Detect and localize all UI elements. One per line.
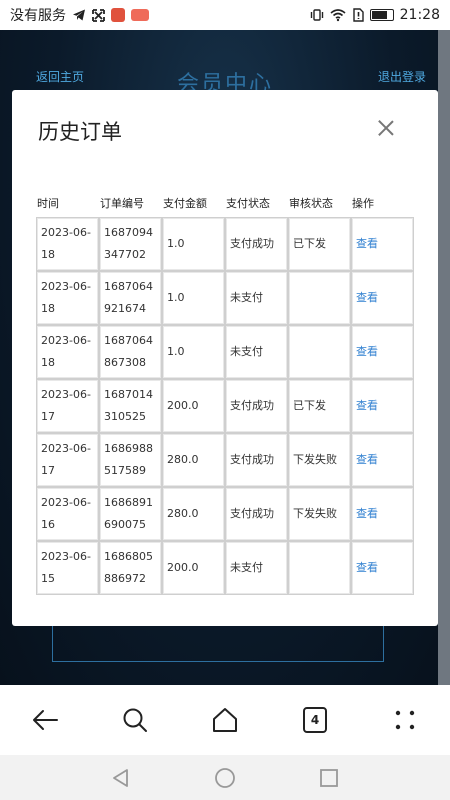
battery-icon <box>369 9 394 21</box>
home-button[interactable] <box>203 698 247 742</box>
search-icon <box>123 708 147 732</box>
search-button[interactable] <box>113 698 157 742</box>
cell-amount: 280.0 <box>162 433 225 487</box>
wifi-icon <box>330 9 346 22</box>
view-order-link[interactable]: 查看 <box>356 399 378 412</box>
view-order-link[interactable]: 查看 <box>356 345 378 358</box>
more-dots-icon <box>395 710 415 730</box>
cell-pay-status: 支付成功 <box>225 433 288 487</box>
cell-amount: 1.0 <box>162 325 225 379</box>
view-order-link[interactable]: 查看 <box>356 237 378 250</box>
cell-time: 2023-06-17 <box>36 379 99 433</box>
more-menu-button[interactable] <box>383 698 427 742</box>
status-left: 没有服务 <box>10 5 149 25</box>
telegram-icon <box>73 9 85 21</box>
cell-pay-status: 未支付 <box>225 541 288 595</box>
column-header-order-no: 订单编号 <box>100 197 144 210</box>
cell-action: 查看 <box>351 379 414 433</box>
close-icon[interactable] <box>376 118 396 138</box>
arrow-left-icon <box>33 710 58 730</box>
cell-pay-status: 支付成功 <box>225 487 288 541</box>
app-notification-icon-2 <box>131 9 149 21</box>
cell-action: 查看 <box>351 541 414 595</box>
vibrate-icon <box>310 9 323 21</box>
cell-time: 2023-06-18 <box>36 217 99 271</box>
browser-toolbar: 4 <box>0 685 450 755</box>
cell-order-no: 1686891690075 <box>99 487 162 541</box>
table-row: 2023-06-18 1687064921674 1.0 未支付 查看 <box>36 271 414 325</box>
cell-amount: 1.0 <box>162 217 225 271</box>
table-row: 2023-06-16 1686891690075 280.0 支付成功 下发失败… <box>36 487 414 541</box>
cell-action: 查看 <box>351 433 414 487</box>
sim-alert-icon <box>352 8 364 22</box>
cell-amount: 200.0 <box>162 379 225 433</box>
cell-amount: 280.0 <box>162 487 225 541</box>
clock: 21:28 <box>399 7 440 23</box>
cell-pay-status: 未支付 <box>225 271 288 325</box>
view-order-link[interactable]: 查看 <box>356 561 378 574</box>
cell-order-no: 1687064921674 <box>99 271 162 325</box>
status-bar: 没有服务 21:28 <box>0 0 450 30</box>
cell-amount: 200.0 <box>162 541 225 595</box>
cell-order-no: 1686988517589 <box>99 433 162 487</box>
cell-order-no: 1687014310525 <box>99 379 162 433</box>
cell-action: 查看 <box>351 487 414 541</box>
column-header-audit-status: 审核状态 <box>289 197 333 210</box>
table-header-row: 时间 订单编号 支付金额 支付状态 审核状态 操作 <box>36 195 414 217</box>
cell-pay-status: 支付成功 <box>225 217 288 271</box>
table-row: 2023-06-18 1687094347702 1.0 支付成功 已下发 查看 <box>36 217 414 271</box>
back-button[interactable] <box>23 698 67 742</box>
column-header-pay-status: 支付状态 <box>226 197 270 210</box>
cell-action: 查看 <box>351 217 414 271</box>
column-header-action: 操作 <box>352 197 374 210</box>
status-right: 21:28 <box>310 7 440 23</box>
tab-count: 4 <box>303 707 327 733</box>
background-frame <box>52 625 384 662</box>
logout-link[interactable]: 退出登录 <box>378 68 426 85</box>
table-row: 2023-06-18 1687064867308 1.0 未支付 查看 <box>36 325 414 379</box>
carrier-text: 没有服务 <box>10 8 66 24</box>
column-header-amount: 支付金额 <box>163 197 207 210</box>
cell-audit-status: 已下发 <box>288 379 351 433</box>
home-icon <box>213 708 237 732</box>
table-row: 2023-06-17 1686988517589 280.0 支付成功 下发失败… <box>36 433 414 487</box>
table-row: 2023-06-17 1687014310525 200.0 支付成功 已下发 … <box>36 379 414 433</box>
cell-time: 2023-06-16 <box>36 487 99 541</box>
cell-order-no: 1686805886972 <box>99 541 162 595</box>
scan-icon <box>92 8 105 22</box>
page-scrollbar[interactable] <box>438 30 450 685</box>
cell-time: 2023-06-17 <box>36 433 99 487</box>
cell-action: 查看 <box>351 325 414 379</box>
cell-order-no: 1687094347702 <box>99 217 162 271</box>
nav-back-icon[interactable] <box>111 768 131 788</box>
system-nav-bar <box>0 755 450 800</box>
cell-audit-status <box>288 541 351 595</box>
modal-title: 历史订单 <box>38 120 122 144</box>
order-history-table: 时间 订单编号 支付金额 支付状态 审核状态 操作 2023-06-18 168… <box>36 195 414 595</box>
nav-recents-icon[interactable] <box>319 768 339 788</box>
cell-audit-status: 已下发 <box>288 217 351 271</box>
cell-audit-status: 下发失败 <box>288 433 351 487</box>
table-row: 2023-06-15 1686805886972 200.0 未支付 查看 <box>36 541 414 595</box>
view-order-link[interactable]: 查看 <box>356 291 378 304</box>
cell-time: 2023-06-15 <box>36 541 99 595</box>
cell-audit-status: 下发失败 <box>288 487 351 541</box>
app-notification-icon <box>111 8 125 22</box>
tabs-button[interactable]: 4 <box>293 698 337 742</box>
cell-pay-status: 未支付 <box>225 325 288 379</box>
view-order-link[interactable]: 查看 <box>356 507 378 520</box>
cell-action: 查看 <box>351 271 414 325</box>
order-history-modal: 历史订单 时间 订单编号 支付金额 支付状态 审核状态 操作 2023-06-1… <box>12 90 438 626</box>
nav-home-icon[interactable] <box>214 767 236 789</box>
cell-pay-status: 支付成功 <box>225 379 288 433</box>
cell-amount: 1.0 <box>162 271 225 325</box>
view-order-link[interactable]: 查看 <box>356 453 378 466</box>
cell-audit-status <box>288 271 351 325</box>
cell-time: 2023-06-18 <box>36 271 99 325</box>
cell-time: 2023-06-18 <box>36 325 99 379</box>
column-header-time: 时间 <box>37 197 59 210</box>
cell-order-no: 1687064867308 <box>99 325 162 379</box>
cell-audit-status <box>288 325 351 379</box>
